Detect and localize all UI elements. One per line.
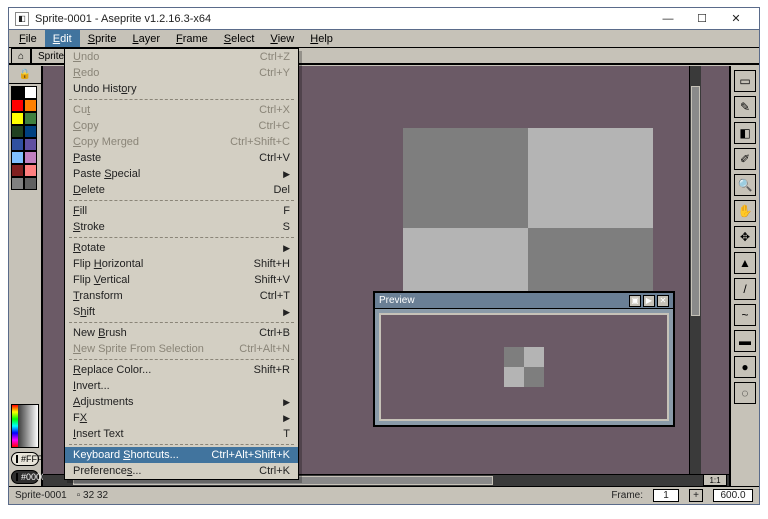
app-icon: ◧ — [15, 12, 29, 26]
menu-item-redo: RedoCtrl+Y — [65, 65, 298, 81]
move-icon[interactable]: ✥ — [734, 226, 756, 248]
menu-item-flip-horizontal[interactable]: Flip HorizontalShift+H — [65, 256, 298, 272]
contour-icon[interactable]: ● — [734, 356, 756, 378]
menu-item-preferences[interactable]: Preferences...Ctrl+K — [65, 463, 298, 479]
palette-swatch[interactable] — [11, 151, 24, 164]
menu-item-invert[interactable]: Invert... — [65, 378, 298, 394]
preview-play-button[interactable]: ▶ — [643, 295, 655, 307]
menu-item-fill[interactable]: FillF — [65, 203, 298, 219]
menu-item-copy-merged: Copy MergedCtrl+Shift+C — [65, 134, 298, 150]
tool-toolbar: ▭ ✎ ◧ ✐ 🔍 ✋ ✥ ▲ / ~ ▬ ● ◌ — [731, 66, 759, 486]
menu-item-replace-color[interactable]: Replace Color...Shift+R — [65, 362, 298, 378]
preview-close-button[interactable]: ✕ — [657, 295, 669, 307]
menu-item-rotate[interactable]: Rotate▶ — [65, 240, 298, 256]
curve-icon[interactable]: ~ — [734, 304, 756, 326]
menu-edit[interactable]: Edit — [45, 30, 80, 47]
palette-swatch[interactable] — [24, 138, 37, 151]
status-dims: ▫ 32 32 — [77, 490, 108, 501]
menu-view[interactable]: View — [262, 30, 302, 47]
lock-icon[interactable]: 🔒 — [9, 66, 41, 84]
tab-home[interactable]: ⌂ — [11, 48, 31, 63]
menu-frame[interactable]: Frame — [168, 30, 216, 47]
palette-swatch[interactable] — [24, 99, 37, 112]
pencil-icon[interactable]: ✎ — [734, 96, 756, 118]
palette-swatch[interactable] — [11, 177, 24, 190]
menu-item-undo: UndoCtrl+Z — [65, 49, 298, 65]
menu-item-undo-history[interactable]: Undo History — [65, 81, 298, 97]
menu-item-insert-text[interactable]: Insert TextT — [65, 426, 298, 442]
frame-number-field[interactable]: 1 — [653, 489, 679, 502]
menu-item-transform[interactable]: TransformCtrl+T — [65, 288, 298, 304]
titlebar: ◧ Sprite-0001 - Aseprite v1.2.16.3-x64 —… — [9, 8, 759, 30]
menu-file[interactable]: File — [11, 30, 45, 47]
menu-help[interactable]: Help — [302, 30, 341, 47]
menu-item-copy: CopyCtrl+C — [65, 118, 298, 134]
palette-swatch[interactable] — [11, 125, 24, 138]
line-icon[interactable]: / — [734, 278, 756, 300]
palette-swatch[interactable] — [24, 86, 37, 99]
rect-icon[interactable]: ▬ — [734, 330, 756, 352]
eraser-icon[interactable]: ◧ — [734, 122, 756, 144]
marquee-icon[interactable]: ▭ — [734, 70, 756, 92]
color-palette — [9, 84, 41, 190]
preview-center-button[interactable]: ▣ — [629, 295, 641, 307]
left-column: 🔒 #FFFFFF #000000 — [9, 66, 43, 486]
bucket-icon[interactable]: ▲ — [734, 252, 756, 274]
menu-item-keyboard-shortcuts[interactable]: Keyboard Shortcuts...Ctrl+Alt+Shift+K — [65, 447, 298, 463]
menu-item-cut: CutCtrl+X — [65, 102, 298, 118]
preview-panel: Preview ▣ ▶ ✕ — [373, 291, 675, 427]
palette-swatch[interactable] — [11, 112, 24, 125]
palette-swatch[interactable] — [24, 151, 37, 164]
vertical-scrollbar[interactable] — [689, 66, 701, 474]
menu-item-new-sprite-from-selection: New Sprite From SelectionCtrl+Alt+N — [65, 341, 298, 357]
menu-item-shift[interactable]: Shift▶ — [65, 304, 298, 320]
statusbar: Sprite-0001 ▫ 32 32 Frame: 1 + 600.0 — [9, 486, 759, 504]
menu-item-stroke[interactable]: StrokeS — [65, 219, 298, 235]
menu-item-paste[interactable]: PasteCtrl+V — [65, 150, 298, 166]
menu-item-fx[interactable]: FX▶ — [65, 410, 298, 426]
eyedropper-icon[interactable]: ✐ — [734, 148, 756, 170]
menu-item-flip-vertical[interactable]: Flip VerticalShift+V — [65, 272, 298, 288]
frame-duration-field[interactable]: 600.0 — [713, 489, 753, 502]
menubar: FileEditSpriteLayerFrameSelectViewHelp — [9, 30, 759, 48]
menu-layer[interactable]: Layer — [124, 30, 168, 47]
palette-swatch[interactable] — [24, 125, 37, 138]
status-sprite-name: Sprite-0001 — [15, 490, 67, 501]
edit-menu-dropdown: UndoCtrl+ZRedoCtrl+YUndo History CutCtrl+… — [64, 48, 299, 480]
menu-select[interactable]: Select — [216, 30, 263, 47]
zoom-ratio-button[interactable]: 1:1 — [703, 474, 727, 486]
palette-swatch[interactable] — [24, 177, 37, 190]
preview-viewport[interactable] — [379, 313, 669, 421]
zoom-icon[interactable]: 🔍 — [734, 174, 756, 196]
menu-item-delete[interactable]: DeleteDel — [65, 182, 298, 198]
hand-icon[interactable]: ✋ — [734, 200, 756, 222]
palette-swatch[interactable] — [11, 86, 24, 99]
app-window: ◧ Sprite-0001 - Aseprite v1.2.16.3-x64 —… — [8, 7, 760, 505]
frame-label: Frame: — [611, 490, 643, 501]
close-button[interactable]: ✕ — [719, 9, 753, 29]
menu-item-adjustments[interactable]: Adjustments▶ — [65, 394, 298, 410]
palette-swatch[interactable] — [24, 164, 37, 177]
frame-add-button[interactable]: + — [689, 489, 703, 502]
menu-sprite[interactable]: Sprite — [80, 30, 125, 47]
palette-swatch[interactable] — [11, 138, 24, 151]
bg-color-chip[interactable]: #000000 — [11, 470, 39, 484]
color-gradient[interactable] — [11, 404, 39, 448]
menu-item-new-brush[interactable]: New BrushCtrl+B — [65, 325, 298, 341]
palette-swatch[interactable] — [11, 164, 24, 177]
menu-item-paste-special[interactable]: Paste Special▶ — [65, 166, 298, 182]
palette-swatch[interactable] — [24, 112, 37, 125]
window-title: Sprite-0001 - Aseprite v1.2.16.3-x64 — [35, 13, 211, 25]
maximize-button[interactable]: ☐ — [685, 9, 719, 29]
blur-icon[interactable]: ◌ — [734, 382, 756, 404]
preview-title-label: Preview — [379, 295, 415, 306]
palette-swatch[interactable] — [11, 99, 24, 112]
fg-color-chip[interactable]: #FFFFFF — [11, 452, 39, 466]
home-icon: ⌂ — [18, 51, 24, 62]
minimize-button[interactable]: — — [651, 9, 685, 29]
